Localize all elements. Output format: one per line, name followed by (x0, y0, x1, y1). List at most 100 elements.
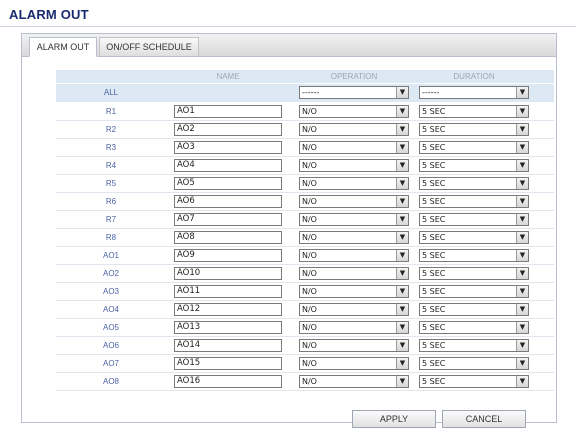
operation-select[interactable]: N/O ▼ (299, 159, 409, 172)
chevron-down-icon[interactable]: ▼ (516, 196, 528, 207)
duration-select[interactable]: 5 SEC ▼ (419, 375, 529, 388)
name-input[interactable]: AO11 (174, 285, 282, 298)
duration-select[interactable]: 5 SEC ▼ (419, 123, 529, 136)
duration-select[interactable]: 5 SEC ▼ (419, 105, 529, 118)
name-input[interactable]: AO1 (174, 105, 282, 118)
duration-select[interactable]: 5 SEC ▼ (419, 357, 529, 370)
chevron-down-icon[interactable]: ▼ (516, 124, 528, 135)
duration-select[interactable]: 5 SEC ▼ (419, 339, 529, 352)
name-input[interactable]: AO7 (174, 213, 282, 226)
chevron-down-icon[interactable]: ▼ (516, 322, 528, 333)
duration-select[interactable]: 5 SEC ▼ (419, 159, 529, 172)
operation-select[interactable]: N/O ▼ (299, 285, 409, 298)
all-operation-value: ------ (302, 88, 320, 97)
chevron-down-icon[interactable]: ▼ (396, 340, 408, 351)
operation-select[interactable]: N/O ▼ (299, 231, 409, 244)
duration-select[interactable]: 5 SEC ▼ (419, 213, 529, 226)
name-input[interactable]: AO3 (174, 141, 282, 154)
name-input[interactable]: AO15 (174, 357, 282, 370)
operation-select[interactable]: N/O ▼ (299, 321, 409, 334)
cancel-button[interactable]: CANCEL (442, 410, 526, 428)
chevron-down-icon[interactable]: ▼ (396, 142, 408, 153)
name-input[interactable]: AO12 (174, 303, 282, 316)
duration-select[interactable]: 5 SEC ▼ (419, 195, 529, 208)
chevron-down-icon[interactable]: ▼ (396, 106, 408, 117)
operation-select[interactable]: N/O ▼ (299, 249, 409, 262)
chevron-down-icon[interactable]: ▼ (516, 376, 528, 387)
chevron-down-icon[interactable]: ▼ (396, 304, 408, 315)
operation-select[interactable]: N/O ▼ (299, 375, 409, 388)
tab-alarm-out[interactable]: ALARM OUT (29, 37, 97, 57)
chevron-down-icon[interactable]: ▼ (396, 214, 408, 225)
row-label: R6 (105, 197, 117, 206)
chevron-down-icon[interactable]: ▼ (396, 358, 408, 369)
name-input[interactable]: AO13 (174, 321, 282, 334)
all-operation-select[interactable]: ------ ▼ (299, 86, 409, 99)
chevron-down-icon[interactable]: ▼ (516, 358, 528, 369)
name-input[interactable]: AO4 (174, 159, 282, 172)
chevron-down-icon[interactable]: ▼ (516, 340, 528, 351)
table-row: AO3 AO11 N/O ▼ 5 SEC ▼ (56, 283, 554, 301)
chevron-down-icon[interactable]: ▼ (396, 376, 408, 387)
all-duration-select[interactable]: ------ ▼ (419, 86, 529, 99)
operation-select[interactable]: N/O ▼ (299, 213, 409, 226)
operation-select[interactable]: N/O ▼ (299, 267, 409, 280)
name-input[interactable]: AO8 (174, 231, 282, 244)
chevron-down-icon[interactable]: ▼ (396, 124, 408, 135)
chevron-down-icon[interactable]: ▼ (396, 268, 408, 279)
chevron-down-icon[interactable]: ▼ (396, 322, 408, 333)
duration-select[interactable]: 5 SEC ▼ (419, 303, 529, 316)
name-input[interactable]: AO9 (174, 249, 282, 262)
name-input[interactable]: AO14 (174, 339, 282, 352)
duration-select[interactable]: 5 SEC ▼ (419, 249, 529, 262)
name-input[interactable]: AO2 (174, 123, 282, 136)
operation-select[interactable]: N/O ▼ (299, 123, 409, 136)
chevron-down-icon[interactable]: ▼ (396, 250, 408, 261)
chevron-down-icon[interactable]: ▼ (396, 160, 408, 171)
duration-value: 5 SEC (422, 179, 446, 188)
chevron-down-icon[interactable]: ▼ (516, 286, 528, 297)
row-label: R2 (105, 125, 117, 134)
table-row: AO6 AO14 N/O ▼ 5 SEC ▼ (56, 337, 554, 355)
operation-select[interactable]: N/O ▼ (299, 195, 409, 208)
operation-select[interactable]: N/O ▼ (299, 357, 409, 370)
operation-select[interactable]: N/O ▼ (299, 141, 409, 154)
table-row: AO1 AO9 N/O ▼ 5 SEC ▼ (56, 247, 554, 265)
duration-select[interactable]: 5 SEC ▼ (419, 285, 529, 298)
duration-select[interactable]: 5 SEC ▼ (419, 267, 529, 280)
name-input[interactable]: AO6 (174, 195, 282, 208)
chevron-down-icon[interactable]: ▼ (396, 286, 408, 297)
duration-select[interactable]: 5 SEC ▼ (419, 177, 529, 190)
operation-select[interactable]: N/O ▼ (299, 177, 409, 190)
chevron-down-icon[interactable]: ▼ (516, 214, 528, 225)
chevron-down-icon[interactable]: ▼ (396, 196, 408, 207)
chevron-down-icon[interactable]: ▼ (516, 178, 528, 189)
name-input[interactable]: AO5 (174, 177, 282, 190)
chevron-down-icon[interactable]: ▼ (516, 250, 528, 261)
apply-button[interactable]: APPLY (352, 410, 436, 428)
chevron-down-icon[interactable]: ▼ (396, 232, 408, 243)
duration-select[interactable]: 5 SEC ▼ (419, 231, 529, 244)
chevron-down-icon[interactable]: ▼ (516, 160, 528, 171)
tab-on-off-schedule[interactable]: ON/OFF SCHEDULE (99, 37, 199, 56)
chevron-down-icon[interactable]: ▼ (516, 304, 528, 315)
chevron-down-icon[interactable]: ▼ (516, 142, 528, 153)
chevron-down-icon[interactable]: ▼ (516, 87, 528, 98)
chevron-down-icon[interactable]: ▼ (396, 87, 408, 98)
duration-select[interactable]: 5 SEC ▼ (419, 141, 529, 154)
operation-select[interactable]: N/O ▼ (299, 339, 409, 352)
chevron-down-icon[interactable]: ▼ (516, 268, 528, 279)
name-input[interactable]: AO10 (174, 267, 282, 280)
duration-select[interactable]: 5 SEC ▼ (419, 321, 529, 334)
row-label: AO5 (102, 323, 119, 332)
chevron-down-icon[interactable]: ▼ (516, 232, 528, 243)
operation-select[interactable]: N/O ▼ (299, 303, 409, 316)
name-input[interactable]: AO16 (174, 375, 282, 388)
duration-value: 5 SEC (422, 287, 446, 296)
table-row: R8 AO8 N/O ▼ 5 SEC ▼ (56, 229, 554, 247)
row-label: AO2 (102, 269, 119, 278)
row-label: R1 (105, 107, 117, 116)
operation-select[interactable]: N/O ▼ (299, 105, 409, 118)
chevron-down-icon[interactable]: ▼ (516, 106, 528, 117)
chevron-down-icon[interactable]: ▼ (396, 178, 408, 189)
